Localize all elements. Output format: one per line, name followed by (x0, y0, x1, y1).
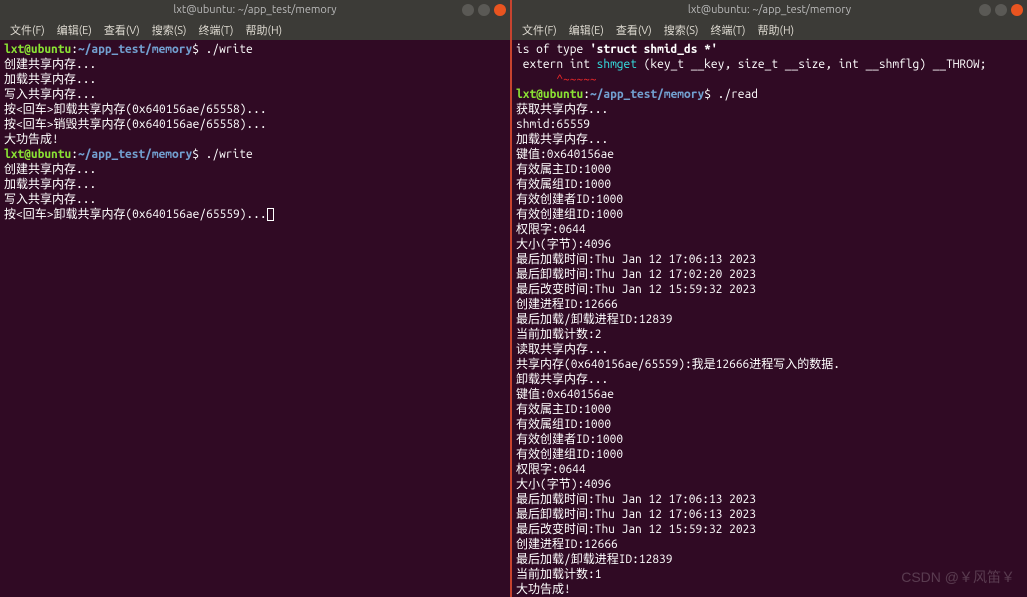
prompt-path: ~/app_test/memory (78, 43, 192, 56)
output-line: 最后加载时间:Thu Jan 12 17:06:13 2023 (516, 252, 1023, 267)
terminal-right: lxt@ubuntu: ~/app_test/memory 文件(F) 编辑(E… (512, 0, 1027, 597)
output-line: 写入共享内存... (4, 87, 506, 102)
menu-view[interactable]: 查看(V) (612, 21, 656, 39)
command-text: ./write (199, 148, 253, 161)
output-line: 最后加载/卸载进程ID:12839 (516, 312, 1023, 327)
prompt-path: ~/app_test/memory (590, 88, 704, 101)
output-line: 按<回车>卸载共享内存(0x640156ae/65558)... (4, 102, 506, 117)
minimize-button[interactable] (979, 4, 991, 16)
output-line: 卸载共享内存... (516, 372, 1023, 387)
output-line: 权限字:0644 (516, 222, 1023, 237)
prompt-user: lxt@ubuntu (516, 88, 583, 101)
keyword: shmget (597, 58, 637, 71)
output-line: (key_t __key, size_t __size, int __shmfl… (637, 58, 986, 71)
output-line: 加载共享内存... (4, 72, 506, 87)
menu-file[interactable]: 文件(F) (6, 21, 49, 39)
output-line: 最后加载时间:Thu Jan 12 17:06:13 2023 (516, 492, 1023, 507)
menu-search[interactable]: 搜索(S) (660, 21, 703, 39)
command-text: ./read (711, 88, 758, 101)
cursor-icon (267, 208, 274, 221)
prompt-path: ~/app_test/memory (78, 148, 192, 161)
output-line: 创建进程ID:12666 (516, 297, 1023, 312)
menu-terminal[interactable]: 终端(T) (194, 21, 237, 39)
output-line: 按<回车>销毁共享内存(0x640156ae/65558)... (4, 117, 506, 132)
output-line: 按<回车>卸载共享内存(0x640156ae/65559)... (4, 208, 267, 221)
output-line: extern int (516, 58, 597, 71)
command-text: ./write (199, 43, 253, 56)
menu-file[interactable]: 文件(F) (518, 21, 561, 39)
output-line: 当前加载计数:1 (516, 567, 1023, 582)
output-line: 'struct shmid_ds *' (590, 43, 718, 56)
output-line: 最后卸载时间:Thu Jan 12 17:06:13 2023 (516, 507, 1023, 522)
close-button[interactable] (1011, 4, 1023, 16)
output-line: 创建进程ID:12666 (516, 537, 1023, 552)
output-line: 有效创建组ID:1000 (516, 447, 1023, 462)
window-title: lxt@ubuntu: ~/app_test/memory (173, 4, 336, 16)
output-line: 有效属主ID:1000 (516, 402, 1023, 417)
output-line: 有效属组ID:1000 (516, 177, 1023, 192)
output-line: 最后加载/卸载进程ID:12839 (516, 552, 1023, 567)
terminal-content-left[interactable]: lxt@ubuntu:~/app_test/memory$ ./write创建共… (0, 40, 510, 597)
output-line: 有效创建组ID:1000 (516, 207, 1023, 222)
output-line: 读取共享内存... (516, 342, 1023, 357)
output-line: 创建共享内存... (4, 57, 506, 72)
minimize-button[interactable] (462, 4, 474, 16)
output-line: 最后卸载时间:Thu Jan 12 17:02:20 2023 (516, 267, 1023, 282)
window-controls (979, 4, 1023, 16)
menu-search[interactable]: 搜索(S) (148, 21, 191, 39)
menu-terminal[interactable]: 终端(T) (706, 21, 749, 39)
menu-edit[interactable]: 编辑(E) (53, 21, 96, 39)
output-line: 大小(字节):4096 (516, 477, 1023, 492)
menubar-left: 文件(F) 编辑(E) 查看(V) 搜索(S) 终端(T) 帮助(H) (0, 20, 510, 40)
maximize-button[interactable] (995, 4, 1007, 16)
window-controls (462, 4, 506, 16)
prompt-user: lxt@ubuntu (4, 148, 71, 161)
output-line: 加载共享内存... (4, 177, 506, 192)
output-line: 权限字:0644 (516, 462, 1023, 477)
maximize-button[interactable] (478, 4, 490, 16)
titlebar-right: lxt@ubuntu: ~/app_test/memory (512, 0, 1027, 20)
output-line: 有效属组ID:1000 (516, 417, 1023, 432)
output-line: is of type (516, 43, 590, 56)
output-line: 键值:0x640156ae (516, 387, 1023, 402)
prompt-user: lxt@ubuntu (4, 43, 71, 56)
output-line: 有效创建者ID:1000 (516, 192, 1023, 207)
close-button[interactable] (494, 4, 506, 16)
output-line: 当前加载计数:2 (516, 327, 1023, 342)
output-line: 大小(字节):4096 (516, 237, 1023, 252)
output-line: 写入共享内存... (4, 192, 506, 207)
menu-view[interactable]: 查看(V) (100, 21, 144, 39)
output-line: ^~~~~~ (516, 72, 1023, 87)
terminal-content-right[interactable]: is of type 'struct shmid_ds *' extern in… (512, 40, 1027, 597)
menu-edit[interactable]: 编辑(E) (565, 21, 608, 39)
output-line: 最后改变时间:Thu Jan 12 15:59:32 2023 (516, 282, 1023, 297)
output-line: 有效创建者ID:1000 (516, 432, 1023, 447)
output-line: 大功告成! (4, 132, 506, 147)
output-line: 键值:0x640156ae (516, 147, 1023, 162)
titlebar-left: lxt@ubuntu: ~/app_test/memory (0, 0, 510, 20)
terminal-left: lxt@ubuntu: ~/app_test/memory 文件(F) 编辑(E… (0, 0, 512, 597)
menu-help[interactable]: 帮助(H) (242, 21, 287, 39)
output-line: 最后改变时间:Thu Jan 12 15:59:32 2023 (516, 522, 1023, 537)
output-line: 获取共享内存... (516, 102, 1023, 117)
menu-help[interactable]: 帮助(H) (754, 21, 799, 39)
output-line: 大功告成! (516, 582, 1023, 597)
output-line: 加载共享内存... (516, 132, 1023, 147)
output-line: 有效属主ID:1000 (516, 162, 1023, 177)
output-line: shmid:65559 (516, 117, 1023, 132)
window-title: lxt@ubuntu: ~/app_test/memory (688, 4, 851, 16)
output-line: 创建共享内存... (4, 162, 506, 177)
output-line: 共享内存(0x640156ae/65559):我是12666进程写入的数据. (516, 357, 1023, 372)
menubar-right: 文件(F) 编辑(E) 查看(V) 搜索(S) 终端(T) 帮助(H) (512, 20, 1027, 40)
